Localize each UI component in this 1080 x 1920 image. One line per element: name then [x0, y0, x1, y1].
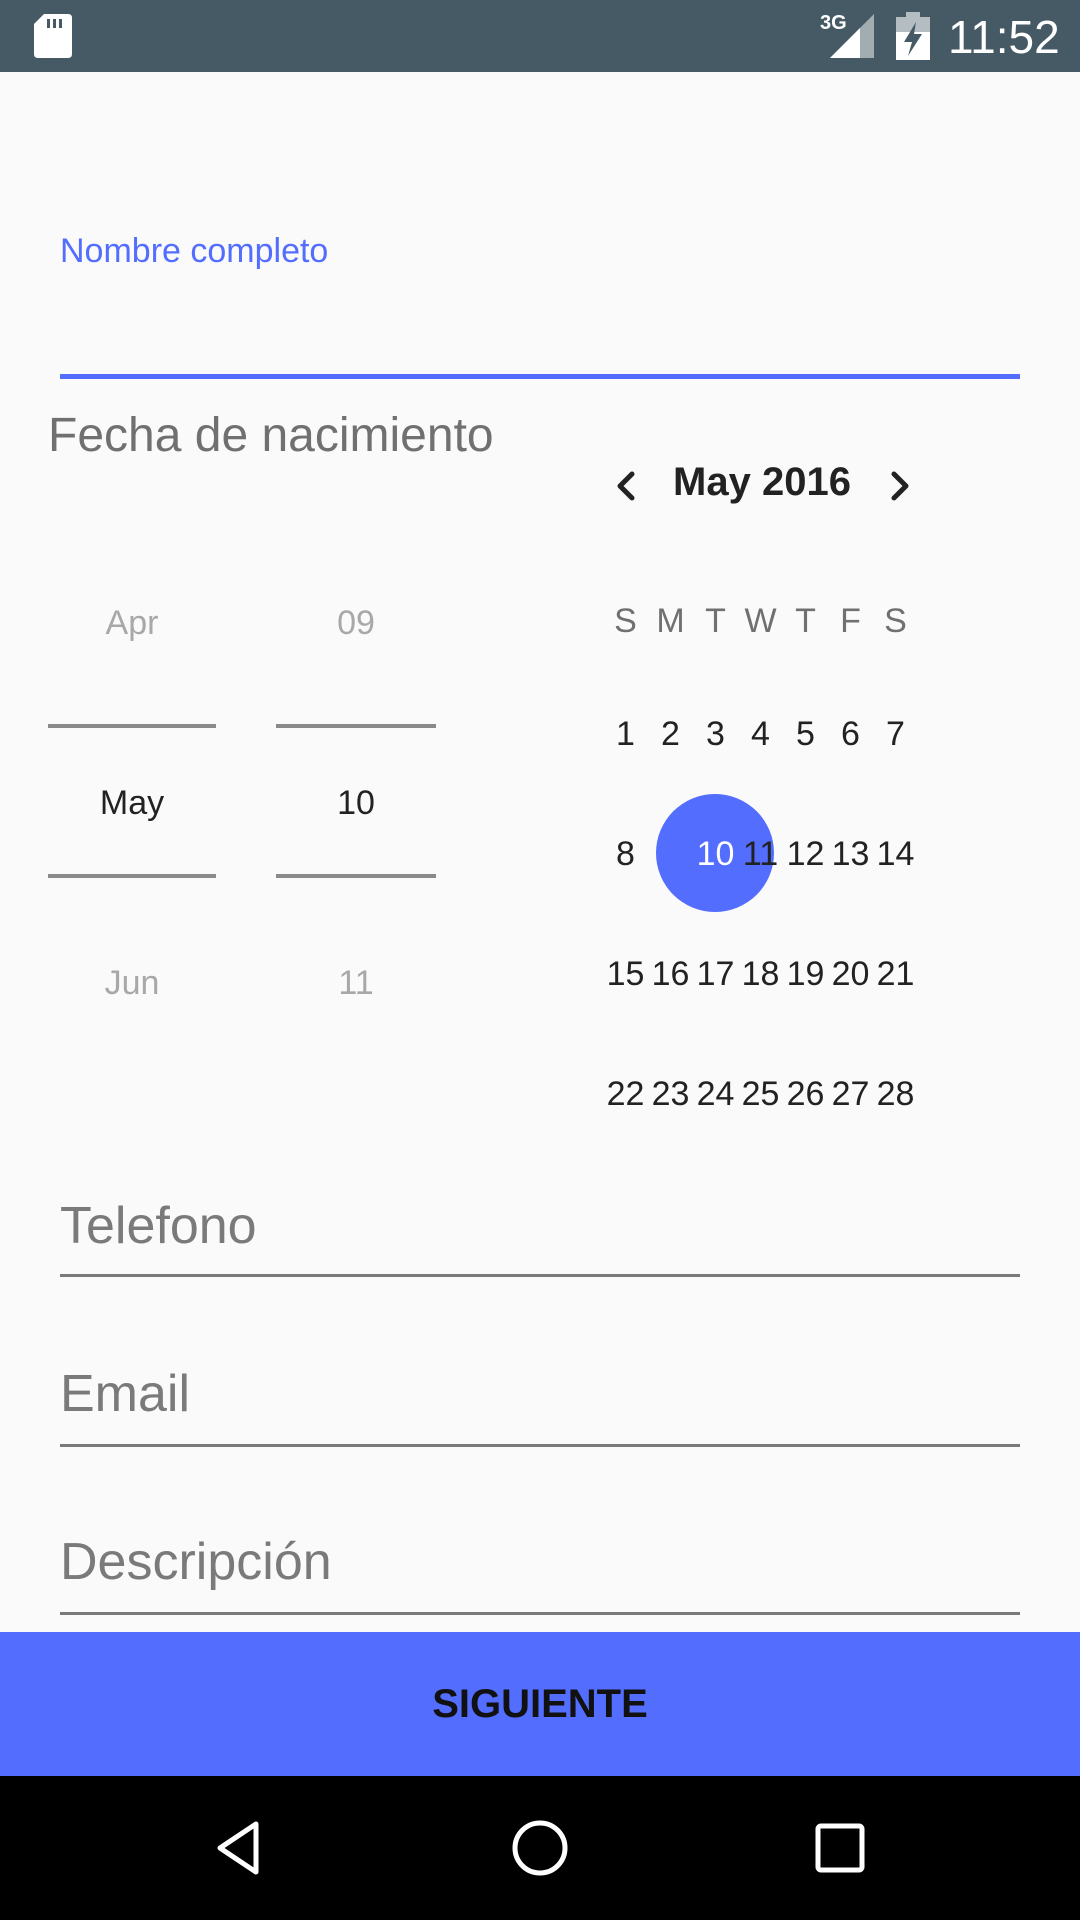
- calendar-day[interactable]: 8: [603, 835, 648, 874]
- signal-icon: [830, 14, 874, 58]
- calendar-day[interactable]: 3: [693, 715, 738, 754]
- sd-card-icon: [34, 14, 72, 58]
- status-bar: 3G 11:52: [0, 0, 1080, 72]
- spinner-divider: [276, 874, 436, 878]
- description-placeholder: Descripción: [60, 1533, 332, 1591]
- phone-underline: [60, 1274, 1020, 1277]
- calendar-day[interactable]: 22: [603, 1075, 648, 1114]
- calendar-day[interactable]: 26: [783, 1075, 828, 1114]
- email-placeholder: Email: [60, 1365, 191, 1423]
- weekday-label: S: [884, 602, 907, 640]
- month-next[interactable]: Jun: [48, 964, 216, 1003]
- day-prev[interactable]: 09: [276, 604, 436, 643]
- calendar-day[interactable]: 15: [603, 955, 648, 994]
- clock: 11:52: [948, 11, 1060, 63]
- calendar-day[interactable]: 5: [783, 715, 828, 754]
- weekday-label: M: [656, 602, 685, 640]
- birth-date-label: Fecha de nacimiento: [48, 409, 494, 462]
- full-name-underline: [60, 374, 1020, 379]
- calendar-day[interactable]: 17: [693, 955, 738, 994]
- full-name-label: Nombre completo: [60, 232, 329, 270]
- spinner-divider: [48, 724, 216, 728]
- calendar-day[interactable]: 18: [738, 955, 783, 994]
- calendar-month-title: May 2016: [673, 460, 851, 504]
- calendar-day[interactable]: 27: [828, 1075, 873, 1114]
- calendar-day[interactable]: 19: [783, 955, 828, 994]
- day-spinner[interactable]: 09 10 11: [276, 596, 436, 1016]
- calendar-day[interactable]: 6: [828, 715, 873, 754]
- calendar-day[interactable]: 21: [873, 955, 918, 994]
- recents-icon[interactable]: [804, 1812, 876, 1884]
- month-current[interactable]: May: [48, 784, 216, 823]
- chevron-right-icon[interactable]: [880, 466, 920, 506]
- day-next[interactable]: 11: [276, 964, 436, 1003]
- next-button[interactable]: SIGUIENTE: [0, 1632, 1080, 1776]
- month-prev[interactable]: Apr: [48, 604, 216, 643]
- calendar-header: May 2016: [596, 456, 936, 516]
- calendar-day[interactable]: 4: [738, 715, 783, 754]
- calendar-day[interactable]: 16: [648, 955, 693, 994]
- calendar-day[interactable]: 20: [828, 955, 873, 994]
- phone-field[interactable]: Telefono: [60, 1196, 1020, 1280]
- home-icon[interactable]: [504, 1812, 576, 1884]
- calendar-day-selected[interactable]: 10: [693, 835, 738, 874]
- calendar-day[interactable]: 2: [648, 715, 693, 754]
- description-field[interactable]: Descripción: [60, 1532, 1020, 1616]
- description-underline: [60, 1612, 1020, 1615]
- calendar-day[interactable]: 23: [648, 1075, 693, 1114]
- calendar-day[interactable]: 24: [693, 1075, 738, 1114]
- spinner-divider: [48, 874, 216, 878]
- weekday-label: T: [795, 602, 816, 640]
- calendar-day[interactable]: 28: [873, 1075, 918, 1114]
- email-field[interactable]: Email: [60, 1364, 1020, 1448]
- day-current[interactable]: 10: [276, 784, 436, 823]
- calendar-day[interactable]: 14: [873, 835, 918, 874]
- weekday-label: S: [614, 602, 637, 640]
- calendar-day[interactable]: 12: [783, 835, 828, 874]
- weekday-label: T: [705, 602, 726, 640]
- month-spinner[interactable]: Apr May Jun: [48, 596, 216, 1016]
- phone-placeholder: Telefono: [60, 1197, 257, 1255]
- weekday-label: W: [744, 602, 777, 640]
- calendar-day[interactable]: 7: [873, 715, 918, 754]
- navigation-bar: [0, 1776, 1080, 1920]
- back-icon[interactable]: [204, 1812, 276, 1884]
- calendar-day[interactable]: 11: [738, 835, 783, 874]
- calendar-day[interactable]: 13: [828, 835, 873, 874]
- calendar-day[interactable]: 25: [738, 1075, 783, 1114]
- weekday-label: F: [840, 602, 861, 640]
- spinner-divider: [276, 724, 436, 728]
- chevron-left-icon[interactable]: [606, 466, 646, 506]
- email-underline: [60, 1444, 1020, 1447]
- calendar-day[interactable]: 1: [603, 715, 648, 754]
- battery-charging-icon: [896, 12, 930, 60]
